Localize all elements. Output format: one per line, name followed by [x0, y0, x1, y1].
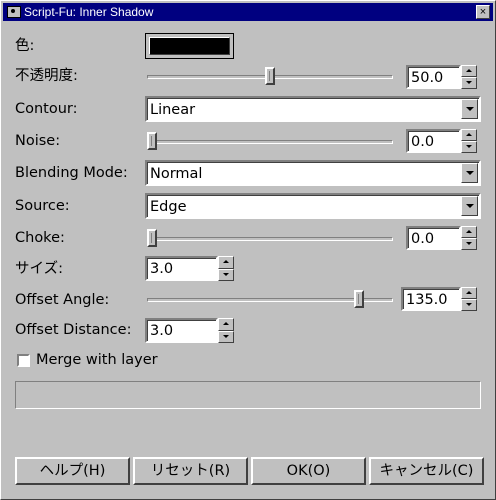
noise-value[interactable]: 0.0 [411, 133, 434, 151]
opacity-increment-icon[interactable] [461, 65, 477, 77]
noise-slider-thumb[interactable] [147, 132, 157, 150]
opacity-spin-arrows[interactable] [461, 65, 477, 89]
chevron-down-icon[interactable] [461, 163, 478, 183]
noise-spin-arrows[interactable] [461, 129, 477, 153]
contour-select[interactable]: Linear [145, 96, 481, 122]
opacity-spinbox[interactable]: 50.0 [406, 65, 461, 89]
offset-distance-increment-icon[interactable] [218, 318, 234, 331]
choke-decrement-icon[interactable] [461, 238, 477, 250]
choke-spinbox[interactable]: 0.0 [406, 226, 461, 250]
size-value[interactable]: 3.0 [150, 260, 173, 278]
reset-button[interactable]: リセット(R) [133, 457, 248, 485]
title-bar[interactable]: Script-Fu: Inner Shadow × [3, 3, 493, 21]
close-button[interactable]: × [476, 5, 490, 19]
opacity-decrement-icon[interactable] [461, 77, 477, 89]
size-decrement-icon[interactable] [218, 268, 234, 281]
size-label: サイズ: [15, 261, 63, 277]
offset-angle-value[interactable]: 135.0 [406, 291, 448, 309]
choke-spin-arrows[interactable] [461, 226, 477, 250]
source-label: Source: [15, 198, 70, 214]
size-increment-icon[interactable] [218, 256, 234, 269]
offset-distance-label: Offset Distance: [15, 322, 132, 338]
noise-label: Noise: [15, 133, 61, 149]
offset-angle-spin-arrows[interactable] [461, 287, 477, 311]
offset-distance-value[interactable]: 3.0 [150, 322, 173, 340]
help-button[interactable]: ヘルプ(H) [15, 457, 130, 485]
size-spinbox[interactable]: 3.0 [145, 256, 218, 281]
source-value: Edge [150, 199, 187, 215]
gimp-icon [7, 6, 21, 18]
dialog-window: Script-Fu: Inner Shadow × 色: 不透明度: 50.0 … [0, 0, 496, 500]
color-picker-button[interactable] [145, 33, 234, 59]
contour-label: Contour: [15, 101, 78, 117]
opacity-value[interactable]: 50.0 [411, 69, 443, 87]
blending-mode-select[interactable]: Normal [145, 160, 481, 186]
opacity-slider-thumb[interactable] [265, 67, 275, 85]
offset-distance-decrement-icon[interactable] [218, 330, 234, 343]
choke-slider-track[interactable] [147, 237, 393, 241]
choke-increment-icon[interactable] [461, 226, 477, 238]
chevron-down-icon[interactable] [461, 99, 478, 119]
offset-angle-decrement-icon[interactable] [461, 299, 477, 311]
offset-angle-increment-icon[interactable] [461, 287, 477, 299]
blending-mode-label: Blending Mode: [15, 165, 128, 181]
cancel-button[interactable]: キャンセル(C) [369, 457, 484, 485]
chevron-down-icon[interactable] [461, 196, 478, 216]
color-swatch [149, 37, 230, 55]
merge-checkbox[interactable] [17, 354, 30, 367]
noise-increment-icon[interactable] [461, 129, 477, 141]
noise-slider-track[interactable] [147, 140, 393, 144]
source-select[interactable]: Edge [145, 193, 481, 219]
choke-slider-thumb[interactable] [147, 229, 157, 247]
merge-label[interactable]: Merge with layer [36, 351, 158, 369]
contour-value: Linear [150, 102, 196, 118]
progress-bar [15, 381, 481, 409]
opacity-label: 不透明度: [15, 68, 78, 84]
size-spin-arrows[interactable] [218, 256, 234, 281]
offset-angle-spinbox[interactable]: 135.0 [401, 287, 461, 311]
noise-spinbox[interactable]: 0.0 [406, 129, 461, 153]
choke-label: Choke: [15, 230, 65, 246]
offset-distance-spinbox[interactable]: 3.0 [145, 318, 218, 343]
ok-button[interactable]: OK(O) [251, 457, 366, 485]
choke-value[interactable]: 0.0 [411, 230, 434, 248]
window-title: Script-Fu: Inner Shadow [24, 5, 154, 19]
blending-mode-value: Normal [150, 166, 203, 182]
offset-angle-slider-thumb[interactable] [353, 290, 364, 308]
offset-angle-label: Offset Angle: [15, 292, 110, 308]
color-label: 色: [15, 38, 35, 54]
offset-distance-spin-arrows[interactable] [218, 318, 234, 343]
noise-decrement-icon[interactable] [461, 141, 477, 153]
